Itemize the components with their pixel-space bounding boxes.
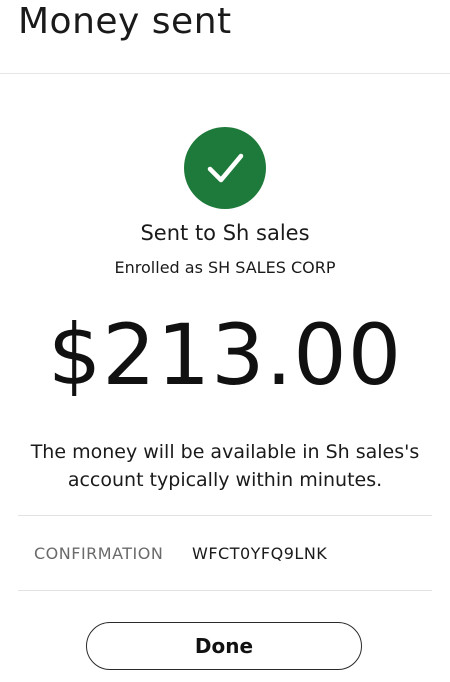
page-title: Money sent <box>18 1 232 42</box>
availability-note: The money will be available in Sh sales'… <box>30 441 420 491</box>
enrolled-as: Enrolled as SH SALES CORP <box>114 258 336 277</box>
amount-sent: $213.00 <box>47 306 403 404</box>
confirmation-number: WFCT0YFQ9LNK <box>192 544 328 563</box>
divider <box>18 515 432 516</box>
recipient-name: Sent to Sh sales <box>140 221 310 245</box>
header: Money sent <box>0 0 450 74</box>
done-button[interactable]: Done <box>86 622 362 670</box>
success-badge <box>184 127 266 209</box>
checkmark-icon <box>207 153 244 183</box>
confirmation-label: CONFIRMATION <box>34 544 164 563</box>
divider <box>18 590 432 591</box>
